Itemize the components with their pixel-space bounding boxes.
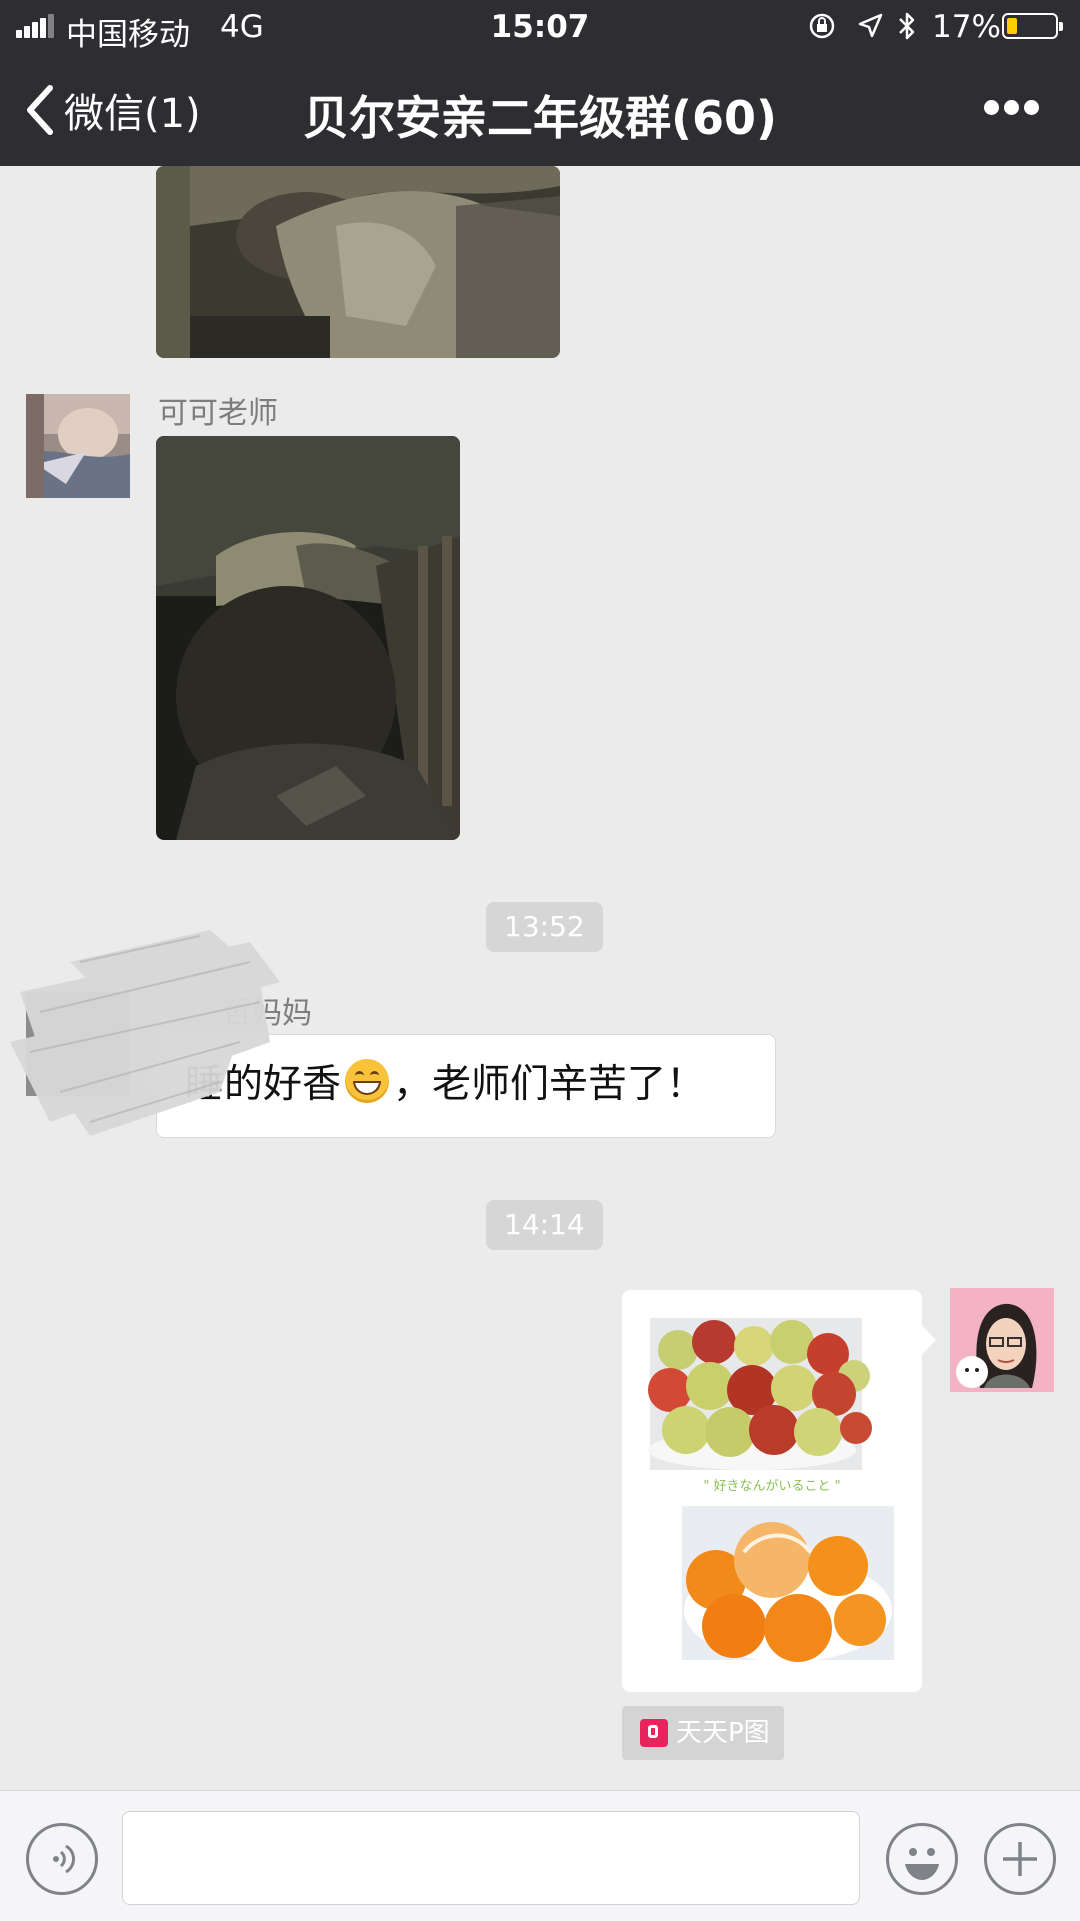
photo-message[interactable] — [156, 436, 460, 840]
chat-area[interactable]: 可可老师 13:52 哲妈妈 睡的好香 ，老师们辛苦了！ 14:14 " 好きな… — [0, 166, 1080, 1790]
nav-bar: 微信(1) 贝尔安亲二年级群(60) — [0, 54, 1080, 166]
timestamp: 13:52 — [486, 902, 603, 952]
my-avatar[interactable] — [950, 1288, 1054, 1392]
battery-percent: 17% — [932, 9, 1001, 45]
message-text: ，老师们辛苦了！ — [393, 1062, 706, 1107]
tiantian-p-logo-icon — [640, 1719, 668, 1747]
app-header: 中国移动 4G 15:07 17% 微信(1) 贝尔安亲二年级群(60) — [0, 0, 1080, 166]
sleeping-child-photo — [156, 166, 560, 358]
voice-icon[interactable] — [26, 1823, 98, 1895]
page-title: 贝尔安亲二年级群(60) — [302, 91, 778, 145]
more-icon[interactable] — [984, 100, 1040, 116]
timestamp: 14:14 — [486, 1200, 603, 1250]
rotation-lock-icon — [809, 13, 835, 39]
redaction-scribble — [10, 930, 280, 1136]
input-toolbar — [0, 1790, 1080, 1921]
status-bar: 中国移动 4G 15:07 17% — [0, 0, 1080, 54]
bluetooth-icon — [899, 12, 915, 40]
fruit-collage-image: " 好きなんがいること " — [648, 1318, 894, 1662]
grin-emoji-icon — [345, 1059, 390, 1103]
my-avatar-image — [950, 1288, 1054, 1392]
status-time: 15:07 — [490, 9, 590, 45]
plus-icon[interactable] — [984, 1823, 1056, 1895]
source-app-tag[interactable]: 天天P图 — [622, 1706, 784, 1760]
sleeping-child-photo — [156, 436, 460, 840]
location-icon — [858, 13, 883, 38]
photo-message[interactable] — [156, 166, 560, 358]
battery-level — [1007, 18, 1017, 34]
image-message-card[interactable]: " 好きなんがいること " — [622, 1290, 937, 1692]
sender-name: 可可老师 — [158, 396, 278, 431]
source-label: 天天P图 — [676, 1718, 770, 1748]
avatar[interactable] — [26, 394, 130, 498]
battery-icon — [1002, 13, 1063, 39]
teacher-avatar-image — [26, 394, 130, 498]
emoji-icon[interactable] — [886, 1823, 958, 1895]
message-input[interactable] — [122, 1811, 860, 1905]
collage-caption: " 好きなんがいること " — [703, 1479, 840, 1494]
